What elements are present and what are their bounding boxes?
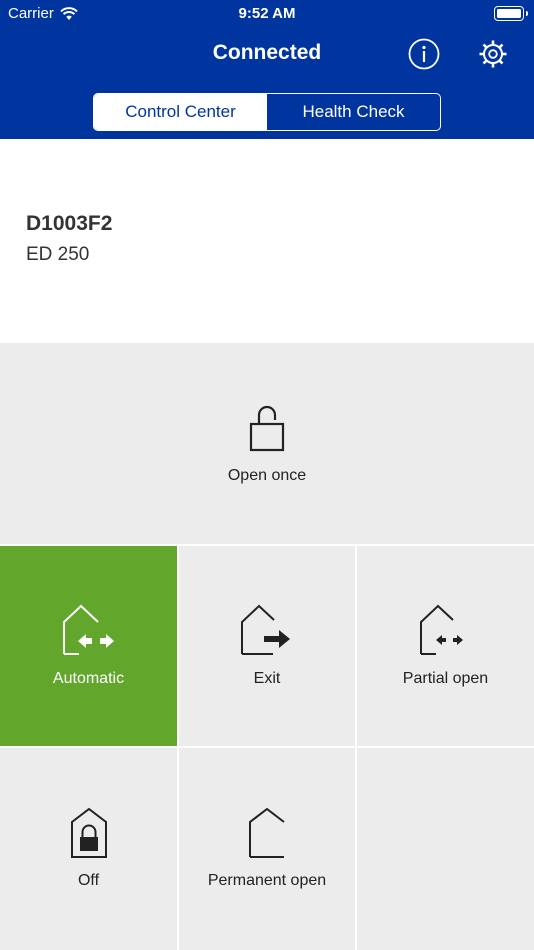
house-automatic-icon xyxy=(62,604,114,655)
device-id: D1003F2 xyxy=(26,212,113,235)
house-open-icon xyxy=(249,807,285,858)
exit-mode-button[interactable]: Exit xyxy=(179,546,355,746)
device-model: ED 250 xyxy=(26,244,90,265)
gear-icon[interactable] xyxy=(477,38,509,70)
house-partial-open-icon xyxy=(419,604,463,655)
partial-open-label: Partial open xyxy=(402,670,489,687)
automatic-label: Automatic xyxy=(52,670,125,687)
battery-icon xyxy=(494,6,528,21)
off-label: Off xyxy=(77,872,100,889)
house-exit-icon xyxy=(241,604,290,655)
info-icon[interactable] xyxy=(408,38,440,70)
page-title: Connected xyxy=(212,41,322,64)
clock: 9:52 AM xyxy=(238,5,296,22)
exit-label: Exit xyxy=(253,670,281,687)
app-header: Carrier 9:52 AM Connected Control Center… xyxy=(0,0,534,139)
view-segmented-control: Control Center Health Check xyxy=(93,93,441,131)
open-lock-icon xyxy=(249,405,285,452)
empty-tile xyxy=(357,748,534,950)
open-once-label: Open once xyxy=(227,467,307,484)
off-mode-button[interactable]: Off xyxy=(0,748,177,950)
automatic-mode-button[interactable]: Automatic xyxy=(0,546,177,746)
tab-health-check[interactable]: Health Check xyxy=(267,94,440,130)
tab-control-center[interactable]: Control Center xyxy=(94,94,267,130)
status-bar: Carrier 9:52 AM xyxy=(0,0,534,28)
permanent-open-label: Permanent open xyxy=(207,872,327,889)
permanent-open-mode-button[interactable]: Permanent open xyxy=(179,748,355,950)
partial-open-mode-button[interactable]: Partial open xyxy=(357,546,534,746)
open-once-button[interactable]: Open once xyxy=(0,343,534,544)
device-info-card: D1003F2 ED 250 xyxy=(0,139,534,343)
house-lock-icon xyxy=(70,807,107,858)
